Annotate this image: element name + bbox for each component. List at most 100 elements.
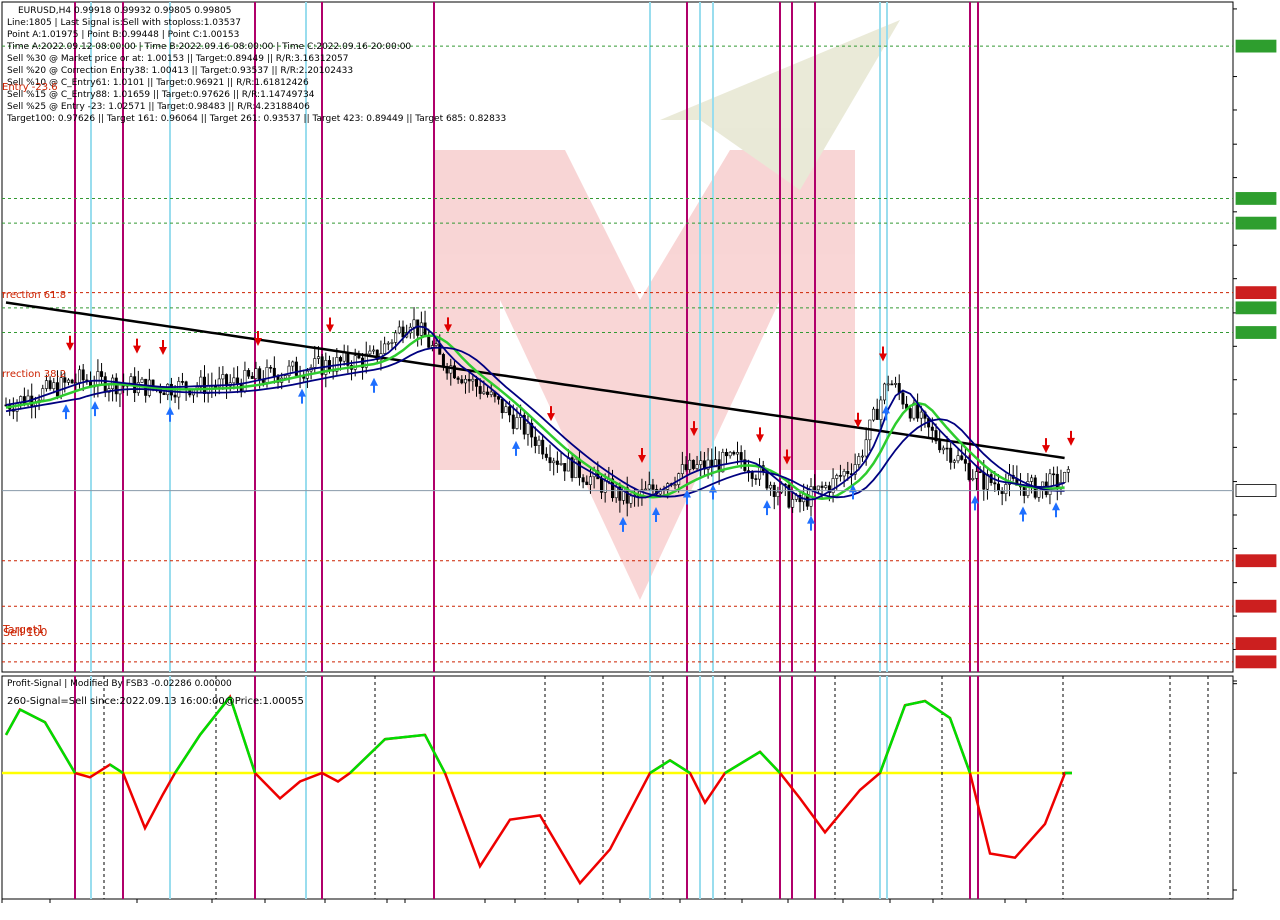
candle-body bbox=[838, 475, 842, 477]
y-axis bbox=[1233, 8, 1237, 685]
candle-body bbox=[140, 378, 144, 383]
candle-body bbox=[651, 484, 655, 490]
candle-body bbox=[1063, 472, 1067, 483]
candle-body bbox=[419, 322, 423, 336]
candle-body bbox=[232, 377, 236, 384]
price-tag bbox=[1235, 326, 1277, 339]
candle-body bbox=[504, 406, 508, 413]
candle-body bbox=[971, 478, 975, 480]
candle-body bbox=[647, 484, 651, 490]
left-cut-label: rrection 38.2 bbox=[2, 369, 66, 380]
candle-body bbox=[901, 392, 905, 405]
candle-body bbox=[886, 383, 890, 386]
price-tag bbox=[1235, 39, 1277, 53]
candle-body bbox=[555, 460, 559, 465]
candle-body bbox=[313, 358, 317, 368]
candle-body bbox=[357, 355, 361, 359]
candle-body bbox=[78, 369, 82, 383]
candle-body bbox=[945, 447, 949, 450]
candle-body bbox=[680, 464, 684, 474]
candle-body bbox=[941, 447, 945, 451]
price-tag bbox=[1235, 484, 1277, 497]
candle-body bbox=[96, 371, 100, 387]
candle-body bbox=[728, 451, 732, 457]
candle-body bbox=[386, 342, 390, 345]
candle-body bbox=[724, 452, 728, 457]
candle-body bbox=[864, 439, 868, 457]
price-tag bbox=[1235, 286, 1277, 300]
candle-body bbox=[52, 382, 56, 389]
candle-body bbox=[254, 368, 258, 379]
candle-body bbox=[261, 379, 265, 383]
candle-body bbox=[397, 326, 401, 334]
candle-body bbox=[842, 470, 846, 477]
candle-body bbox=[739, 452, 743, 460]
candle-body bbox=[559, 463, 563, 465]
candle-body bbox=[478, 386, 482, 394]
price-tag bbox=[1235, 554, 1277, 568]
price-tag bbox=[1235, 301, 1277, 315]
candle-body bbox=[533, 436, 537, 446]
candle-body bbox=[342, 352, 346, 362]
left-cut-label: Entry -23.6 bbox=[2, 82, 58, 93]
left-cut-label: rrection 61.8 bbox=[2, 290, 66, 301]
candle-body bbox=[1022, 486, 1026, 496]
candle-body bbox=[919, 411, 923, 419]
candle-body bbox=[272, 367, 276, 377]
candle-body bbox=[644, 488, 648, 491]
candle-body bbox=[368, 350, 372, 355]
candle-body bbox=[938, 440, 942, 451]
candle-body bbox=[180, 381, 184, 383]
candle-body bbox=[581, 477, 585, 483]
candle-body bbox=[816, 485, 820, 491]
candle-body bbox=[993, 482, 997, 485]
candle-body bbox=[456, 377, 460, 380]
candle-body bbox=[247, 370, 251, 377]
candle-body bbox=[952, 460, 956, 463]
header-line: Sell %25 @ Entry -23: 1.02571 || Target:… bbox=[7, 102, 310, 112]
chart-canvas: EURUSD,H4 0.99918 0.99932 0.99805 0.9980… bbox=[0, 0, 1280, 920]
candle-body bbox=[908, 408, 912, 419]
candle-body bbox=[791, 499, 795, 508]
candle-body bbox=[372, 349, 376, 352]
candle-body bbox=[66, 379, 70, 383]
candle-body bbox=[184, 381, 188, 390]
candle-body bbox=[294, 361, 298, 376]
candle-body bbox=[497, 396, 501, 400]
candle-body bbox=[835, 475, 839, 479]
candle-body bbox=[463, 378, 467, 384]
candle-body bbox=[467, 378, 471, 382]
header-line: EURUSD,H4 0.99918 0.99932 0.99805 0.9980… bbox=[18, 6, 231, 16]
candle-body bbox=[750, 472, 754, 479]
candle-body bbox=[48, 380, 52, 389]
candle-body bbox=[412, 319, 416, 328]
candle-body bbox=[114, 377, 118, 395]
price-tag bbox=[1235, 637, 1277, 650]
candle-body bbox=[552, 460, 556, 464]
candle-body bbox=[563, 463, 567, 472]
candle-body bbox=[765, 471, 769, 489]
candle-body bbox=[820, 485, 824, 488]
candle-body bbox=[963, 459, 967, 464]
candle-body bbox=[949, 447, 953, 463]
header-line: Time A:2022.09.12 08:00:00 | Time B:2022… bbox=[6, 42, 411, 52]
candle-body bbox=[967, 463, 971, 480]
candle-body bbox=[383, 343, 387, 354]
candle-body bbox=[482, 391, 486, 394]
candle-body bbox=[515, 417, 519, 429]
candle-body bbox=[327, 360, 331, 370]
candle-body bbox=[460, 379, 464, 384]
candle-body bbox=[879, 399, 883, 420]
candle-body bbox=[754, 478, 758, 480]
candle-body bbox=[930, 426, 934, 431]
price-tag bbox=[1235, 655, 1277, 669]
candle-body bbox=[883, 383, 887, 401]
candle-body bbox=[434, 343, 438, 346]
candle-body bbox=[526, 422, 530, 435]
candle-body bbox=[401, 326, 405, 338]
candle-body bbox=[684, 464, 688, 470]
candle-body bbox=[1004, 484, 1008, 494]
candle-body bbox=[269, 367, 273, 369]
candle-body bbox=[691, 459, 695, 469]
candle-body bbox=[875, 408, 879, 420]
